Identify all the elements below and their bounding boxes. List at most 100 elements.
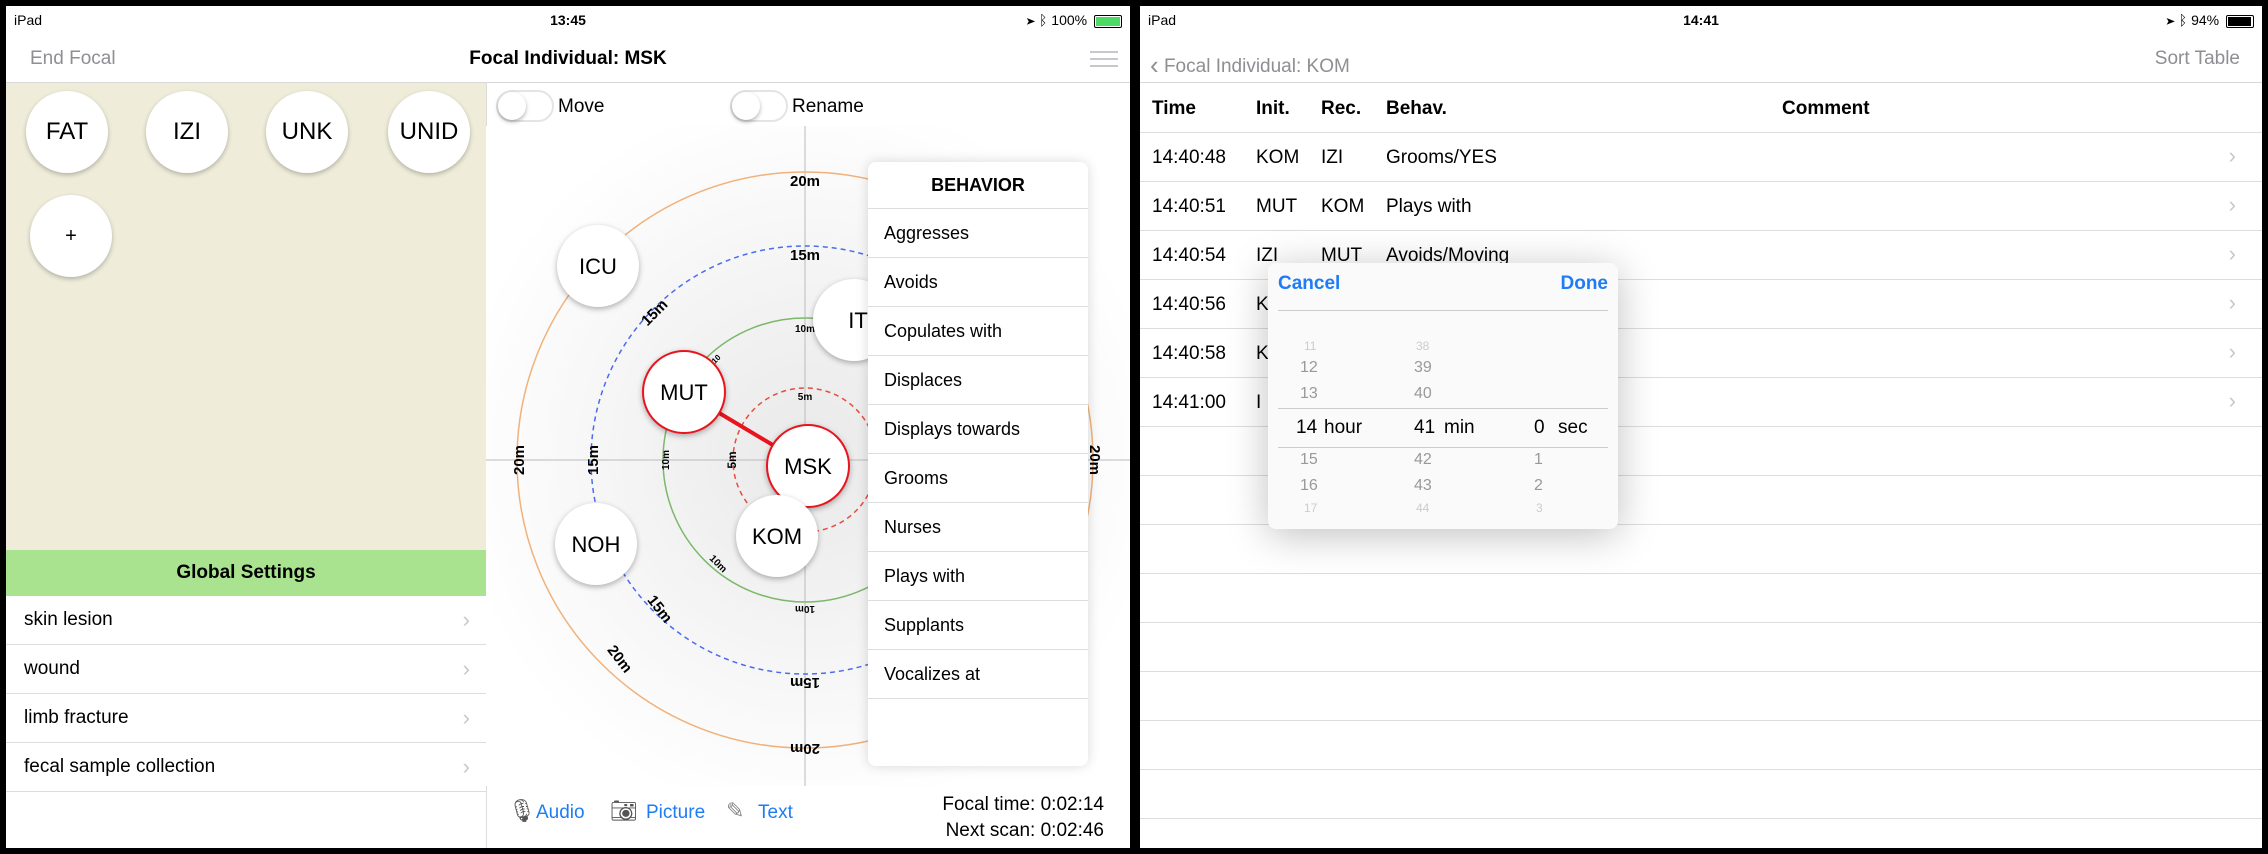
focal-time: Focal time: 0:02:14 [942,794,1104,815]
tag-unid[interactable]: UNID [388,91,470,173]
sort-table-button[interactable]: Sort Table [2155,48,2240,70]
behavior-copulates-with[interactable]: Copulates with [868,307,1088,356]
second-unit: sec [1558,417,1588,438]
column-comment: Comment [1782,98,1870,119]
individual-kom[interactable]: KOM [736,495,818,577]
behavior-avoids[interactable]: Avoids [868,258,1088,307]
behavior-nurses[interactable]: Nurses [868,503,1088,552]
hour-option: 12 [1300,359,1318,376]
battery-status: ➤ ᛒ 94% [2166,12,2254,28]
toggle-knob [498,92,526,120]
bluetooth-icon: ᛒ [1039,12,1048,28]
hour-option: 13 [1300,385,1318,402]
label-20m-left: 20m [511,445,528,475]
second-selected: 0 [1534,417,1545,438]
second-option: 1 [1534,451,1543,468]
microphone-icon[interactable]: 🎙︎ [508,798,536,824]
minute-selected: 41 [1414,417,1436,438]
behavior-supplants[interactable]: Supplants [868,601,1088,650]
tag-fat[interactable]: FAT [26,91,108,173]
label-20m-right: 20m [1086,445,1103,475]
chevron-right-icon: › [2228,241,2236,266]
back-label: Focal Individual: KOM [1163,56,1350,77]
behavior-title: BEHAVIOR [868,162,1088,209]
hour-option: 11 [1304,339,1317,353]
behavior-aggresses[interactable]: Aggresses [868,209,1088,258]
setting-skin-lesion[interactable]: skin lesion › [6,596,486,645]
cell-time: 14:41:00 [1152,392,1226,413]
audio-button[interactable]: Audio [536,802,585,824]
hour-option: 17 [1304,501,1318,515]
pencil-icon[interactable]: ✎ [726,798,744,824]
menu-icon[interactable] [1090,46,1118,72]
camera-icon[interactable]: 📷︎ [610,798,638,824]
done-button[interactable]: Done [1561,273,1609,295]
label-10m-left: 10m [661,450,672,470]
label-15m-bottom: 15m [790,674,820,691]
cancel-button[interactable]: Cancel [1278,273,1340,295]
chevron-right-icon: › [462,754,470,779]
behavior-grooms[interactable]: Grooms [868,454,1088,503]
individual-msk[interactable]: MSK [766,424,850,508]
time-picker-popover: Cancel Done 11 12 13 14 hour 15 16 17 38… [1268,263,1618,529]
battery-percent: 100% [1051,12,1088,28]
rename-toggle[interactable] [730,90,788,122]
minute-option: 43 [1414,477,1432,494]
battery-percent: 94% [2191,12,2220,28]
behavior-displaces[interactable]: Displaces [868,356,1088,405]
battery-status: ➤ ᛒ 100% [1027,12,1122,28]
hour-unit: hour [1324,417,1363,438]
empty-row [1140,623,2262,672]
minute-option: 42 [1414,451,1432,468]
label-20m-bottom: 20m [790,740,820,757]
cell-rec: IZI [1321,147,1344,168]
hour-option: 15 [1300,451,1318,468]
column-time: Time [1152,98,1197,119]
table-row[interactable]: 14:40:48 KOM IZI Grooms/YES › [1140,133,2262,182]
next-scan-time: Next scan: 0:02:46 [945,820,1104,841]
chevron-right-icon: › [462,656,470,681]
setting-label: skin lesion [24,609,113,630]
setting-fecal-sample[interactable]: fecal sample collection › [6,743,486,792]
cell-init: KOM [1256,147,1300,168]
back-button[interactable]: ‹ Focal Individual: KOM [1150,48,1350,80]
cell-time: 14:40:58 [1152,343,1226,364]
left-screen: iPad 13:45 ➤ ᛒ 100% End Focal Focal Indi… [6,6,1130,848]
cell-init: MUT [1256,196,1298,217]
empty-row [1140,574,2262,623]
status-time: 14:41 [1683,12,1719,28]
individual-noh[interactable]: NOH [555,503,637,585]
individual-icu[interactable]: ICU [557,225,639,307]
hour-option: 16 [1300,477,1318,494]
chevron-right-icon: › [462,705,470,730]
cell-time: 14:40:48 [1152,147,1226,168]
behavior-plays-with[interactable]: Plays with [868,552,1088,601]
cell-time: 14:40:51 [1152,196,1226,217]
setting-label: limb fracture [24,707,129,728]
picker-divider [1278,310,1608,311]
status-time: 13:45 [550,12,586,28]
tag-unk[interactable]: UNK [266,91,348,173]
behavior-displays-towards[interactable]: Displays towards [868,405,1088,454]
text-button[interactable]: Text [758,802,793,824]
add-tag-button[interactable]: + [30,195,112,277]
individual-mut[interactable]: MUT [642,350,726,434]
behavior-vocalizes-at[interactable]: Vocalizes at [868,650,1088,699]
chevron-right-icon: › [462,607,470,632]
nav-bar: ‹ Focal Individual: KOM Sort Table [1140,34,2262,83]
tag-izi[interactable]: IZI [146,91,228,173]
picture-button[interactable]: Picture [646,802,705,824]
label-10m-top: 10m [795,324,815,335]
status-bar: iPad 13:45 ➤ ᛒ 100% [6,6,1130,34]
battery-icon [1094,14,1122,28]
label-15m-left: 15m [585,445,602,475]
setting-wound[interactable]: wound › [6,645,486,694]
battery-icon [2226,14,2254,28]
setting-limb-fracture[interactable]: limb fracture › [6,694,486,743]
setting-label: wound [24,658,80,679]
table-row[interactable]: 14:40:51 MUT KOM Plays with › [1140,182,2262,231]
individual-tags-panel: FAT IZI UNK UNID + [6,83,486,550]
page-title: Focal Individual: MSK [469,48,667,69]
empty-row [1140,672,2262,721]
move-toggle[interactable] [496,90,554,122]
